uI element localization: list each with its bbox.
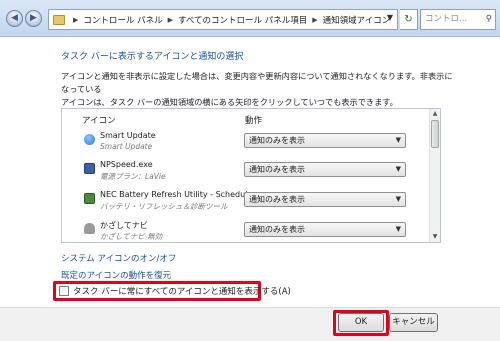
item-name: NPSpeed.exe — [100, 160, 153, 169]
always-show-all-checkbox-row[interactable]: タスク バーに常にすべてのアイコンと通知を表示する(A) — [59, 285, 291, 297]
page-title: タスク バーに表示するアイコンと通知の選択 — [61, 52, 244, 62]
list-item: Smart Update Smart Update 通知のみを表示 ▼ — [62, 130, 428, 156]
battery-icon — [84, 193, 95, 204]
vertical-scrollbar[interactable]: ▲ ▼ — [429, 109, 440, 242]
list-header: アイコン 動作 — [62, 109, 428, 127]
item-subtitle: バッテリ・リフレッシュ＆診断ツール — [100, 202, 228, 211]
behavior-dropdown[interactable]: 通知のみを表示 ▼ — [244, 192, 406, 207]
hand-icon — [84, 223, 95, 234]
back-button[interactable]: ◀ — [6, 10, 23, 27]
list-item: NEC Battery Refresh Utility - Scheduler … — [62, 189, 428, 215]
column-header-icon: アイコン — [82, 116, 116, 126]
forward-button[interactable]: ▶ — [25, 10, 42, 27]
chevron-down-icon: ▼ — [395, 136, 401, 144]
chevron-right-icon: ▶ — [73, 15, 79, 24]
list-item: かざしてナビ かざしてナビ 無効 通知のみを表示 ▼ — [62, 219, 428, 242]
scroll-up-icon[interactable]: ▲ — [430, 109, 440, 119]
chevron-right-icon: ▶ — [312, 15, 318, 24]
item-subtitle: Smart Update — [100, 142, 153, 151]
scroll-thumb[interactable] — [431, 120, 439, 148]
system-icons-link[interactable]: システム アイコンのオン/オフ — [61, 252, 176, 264]
behavior-value: 通知のみを表示 — [249, 165, 305, 174]
item-name: NEC Battery Refresh Utility - Scheduler — [100, 190, 256, 199]
chevron-right-icon: ▶ — [167, 15, 173, 24]
control-panel-icon — [53, 14, 65, 25]
behavior-dropdown[interactable]: 通知のみを表示 ▼ — [244, 222, 406, 237]
behavior-value: 通知のみを表示 — [249, 195, 305, 204]
page-description: アイコンと通知を非表示に設定した場合は、変更内容や更新内容について通知されなくな… — [61, 70, 456, 109]
breadcrumb-notification-icons[interactable]: 通知領域アイコン — [323, 14, 391, 26]
power-plan-icon — [84, 163, 95, 174]
item-subtitle: かざしてナビ 無効 — [100, 232, 163, 241]
search-placeholder: コントロ... — [425, 14, 468, 24]
behavior-value: 通知のみを表示 — [249, 225, 305, 234]
scroll-down-icon[interactable]: ▼ — [430, 232, 440, 242]
restore-default-link[interactable]: 既定のアイコンの動作を復元 — [61, 269, 171, 281]
behavior-dropdown[interactable]: 通知のみを表示 ▼ — [244, 162, 406, 177]
item-name: Smart Update — [100, 131, 156, 140]
search-icon[interactable]: ⚲ — [486, 10, 492, 29]
item-name: かざしてナビ — [100, 221, 148, 230]
refresh-icon[interactable]: ↻ — [400, 9, 418, 30]
column-header-behavior: 動作 — [245, 116, 263, 126]
notification-icon-list: アイコン 動作 Smart Update Smart Update 通知のみを表… — [61, 108, 441, 243]
title-bar: ◀ ▶ ▶ コントロール パネル ▶ すべてのコントロール パネル項目 ▶ 通知… — [0, 0, 500, 37]
item-subtitle: 電源プラン：LaVie — [100, 172, 166, 181]
description-line-1: アイコンと通知を非表示に設定した場合は、変更内容や更新内容について通知されなくな… — [61, 71, 453, 94]
globe-icon — [84, 134, 95, 145]
search-input[interactable]: コントロ... ⚲ — [420, 9, 496, 30]
cancel-button[interactable]: キャンセル — [389, 313, 438, 332]
always-show-all-label[interactable]: タスク バーに常にすべてのアイコンと通知を表示する(A) — [73, 285, 291, 297]
address-bar[interactable]: ▶ コントロール パネル ▶ すべてのコントロール パネル項目 ▶ 通知領域アイ… — [48, 9, 398, 30]
chevron-down-icon[interactable]: ▼ — [387, 13, 393, 22]
behavior-dropdown[interactable]: 通知のみを表示 ▼ — [244, 133, 406, 148]
chevron-down-icon: ▼ — [395, 165, 401, 173]
breadcrumb-control-panel[interactable]: コントロール パネル — [83, 14, 162, 26]
always-show-all-checkbox[interactable] — [59, 286, 69, 296]
ok-button[interactable]: OK — [338, 313, 384, 332]
chevron-down-icon: ▼ — [395, 195, 401, 203]
list-item: NPSpeed.exe 電源プラン：LaVie 通知のみを表示 ▼ — [62, 159, 428, 185]
chevron-down-icon: ▼ — [395, 225, 401, 233]
behavior-value: 通知のみを表示 — [249, 136, 305, 145]
breadcrumb-all-items[interactable]: すべてのコントロール パネル項目 — [178, 14, 307, 26]
